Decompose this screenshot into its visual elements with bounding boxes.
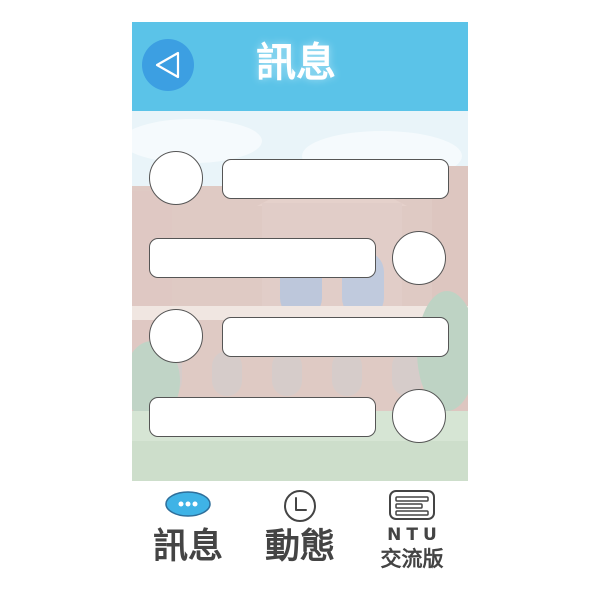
tab-ntu-label: NTU [387, 525, 442, 545]
header-bar: 訊息 [132, 22, 468, 111]
tab-activity-label: 動態 [264, 527, 335, 567]
tab-activity[interactable]: 動態 [244, 481, 356, 582]
tab-board-label: 交流版 [380, 547, 444, 571]
message-bubble-4[interactable] [149, 397, 376, 437]
message-bubble-3[interactable] [222, 317, 449, 357]
avatar-left-1[interactable] [149, 151, 203, 205]
bottom-tab-bar: 訊息 動態 NTU 交流版 [132, 481, 468, 582]
avatar-right-1[interactable] [392, 231, 446, 285]
avatar-left-2[interactable] [149, 309, 203, 363]
campus-background [132, 111, 468, 481]
page-title: 訊息 [256, 40, 336, 86]
clock-icon [284, 490, 316, 522]
message-bubble-2[interactable] [149, 238, 376, 278]
tab-messages[interactable]: 訊息 [132, 481, 244, 582]
back-button[interactable] [142, 39, 194, 91]
chat-bubble-icon [165, 491, 211, 517]
back-triangle-icon [155, 51, 180, 79]
message-bubble-1[interactable] [222, 159, 449, 199]
board-icon [389, 490, 435, 520]
tab-messages-label: 訊息 [152, 527, 223, 567]
app-screen: 訊息 訊息 動態 NTU 交流版 [132, 22, 468, 582]
avatar-right-2[interactable] [392, 389, 446, 443]
tab-ntu-board[interactable]: NTU 交流版 [356, 481, 468, 582]
